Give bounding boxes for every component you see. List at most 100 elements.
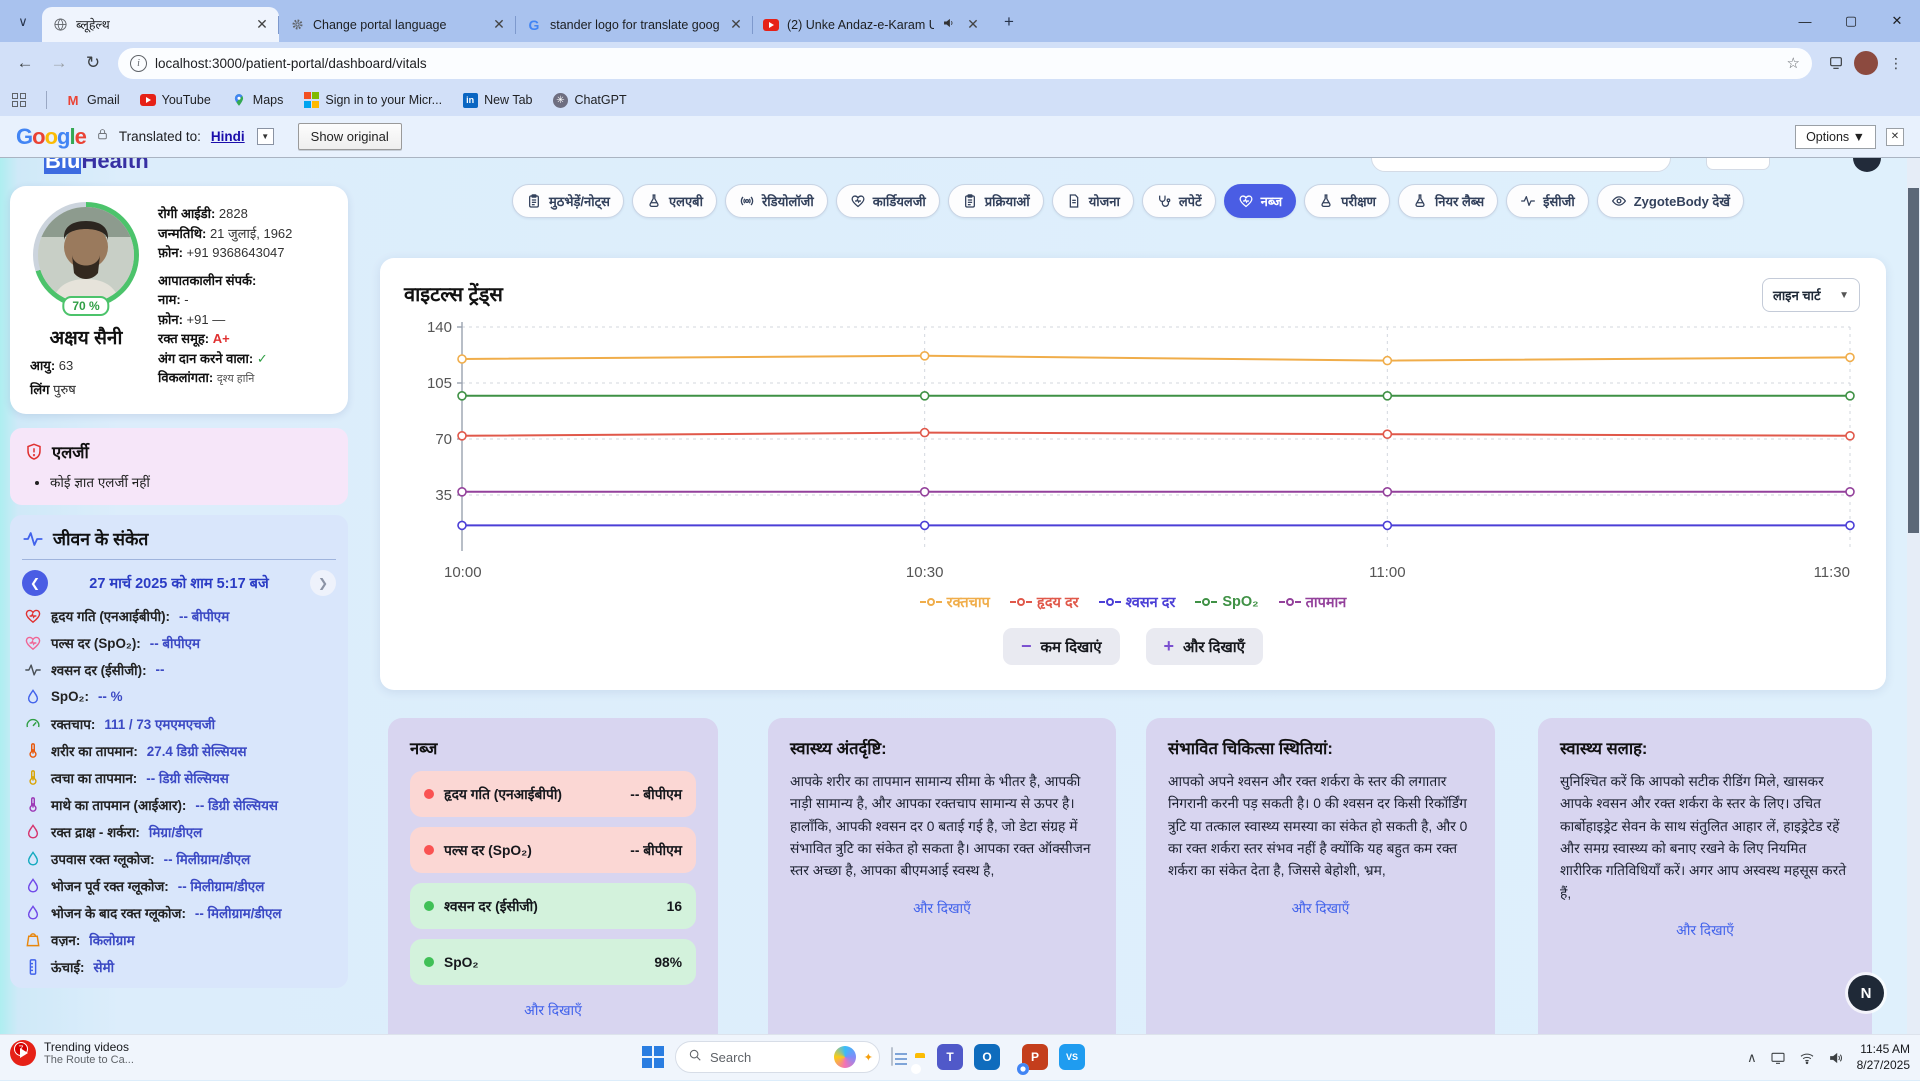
legend-item[interactable]: हृदय दर [1010,592,1079,612]
share-icon[interactable] [1822,49,1850,77]
svg-text:140: 140 [427,319,452,336]
tab-close-icon[interactable]: ✕ [964,16,982,34]
notification-badge: 7 [14,1042,28,1056]
gmail-icon: M [65,92,81,108]
previous-reading-button[interactable]: ❮ [22,570,48,596]
window-close-button[interactable]: ✕ [1874,0,1920,42]
bookmark-item[interactable]: Maps [231,92,284,108]
start-button[interactable] [642,1046,664,1068]
bookmark-item[interactable]: ✳ChatGPT [553,92,627,108]
patient-info-row: आपातकालीन संपर्क: [158,271,334,291]
apps-grid-icon[interactable] [12,93,26,107]
notifications-floating-button[interactable]: N [1848,975,1884,1011]
bookmark-item[interactable]: YouTube [140,92,211,108]
reading-datetime: 27 मार्च 2025 को शाम 5:17 बजे [48,573,310,593]
taskbar-app-notepad[interactable] [891,1048,893,1066]
forward-button[interactable]: → [44,48,74,78]
tab-audio-icon[interactable] [942,16,956,33]
svg-text:10:30: 10:30 [906,564,944,581]
pulse-show-more-link[interactable]: और दिखाएँ [410,1001,696,1020]
nav-tab-परीक्षण[interactable]: परीक्षण [1304,184,1390,218]
volume-icon[interactable] [1828,1050,1844,1066]
page-scrollbar[interactable] [1907,158,1920,1034]
heart-icon [850,193,866,209]
nav-tab-मुठभेड़ें/नोट्स[interactable]: मुठभेड़ें/नोट्स [512,184,624,218]
url-text[interactable]: localhost:3000/patient-portal/dashboard/… [155,56,1779,71]
reload-button[interactable]: ↻ [78,48,108,78]
legend-marker-icon [1010,597,1032,607]
cast-icon[interactable] [1770,1050,1786,1066]
conditions-show-more-link[interactable]: और दिखाएँ [1168,899,1473,918]
legend-marker-icon [1099,597,1121,607]
nav-tab-ZygoteBody देखें[interactable]: ZygoteBody देखें [1597,184,1744,218]
taskbar-app-teams[interactable]: T [937,1044,963,1070]
bookmark-item[interactable]: Sign in to your Micr... [303,92,442,108]
taskbar-notification[interactable]: 7 Trending videos The Route to Ca... [10,1040,134,1066]
nav-tab-नब्ज[interactable]: नब्ज [1224,184,1297,218]
bookmark-item[interactable]: MGmail [65,92,120,108]
chatgpt-icon: ✳ [553,92,569,108]
tab-close-icon[interactable]: ✕ [727,16,745,34]
legend-item[interactable]: SpO₂ [1195,592,1258,612]
browser-menu-icon[interactable]: ⋮ [1882,49,1910,77]
browser-profile-avatar[interactable] [1854,51,1878,75]
header-search-partial[interactable] [1371,158,1671,172]
vital-signs-title: जीवन के संकेत [53,527,148,551]
header-avatar-partial[interactable] [1853,158,1881,172]
show-more-button[interactable]: +और दिखाएँ [1146,628,1263,665]
new-tab-button[interactable]: + [996,9,1022,35]
window-minimize-button[interactable]: — [1782,0,1828,42]
nav-tab-कार्डियलजी[interactable]: कार्डियलजी [836,184,940,218]
chart-type-select[interactable]: लाइन चार्ट▼ [1762,278,1860,312]
nav-tab-रेडियोलॉजी[interactable]: रेडियोलॉजी [725,184,828,218]
language-link[interactable]: Hindi [211,129,245,144]
browser-tab[interactable]: (2) Unke Andaz-e-Karam U✕ [753,7,990,42]
tray-chevron-icon[interactable]: ∧ [1747,1050,1757,1066]
bookmark-item[interactable]: inNew Tab [462,92,532,108]
taskbar-clock[interactable]: 11:45 AM 8/27/2025 [1857,1042,1910,1073]
nav-tab-नियर लैब्स[interactable]: नियर लैब्स [1398,184,1498,218]
browser-tab[interactable]: Change portal language✕ [279,7,516,42]
svg-text:10:00: 10:00 [444,564,482,581]
language-dropdown[interactable]: ▼ [257,128,274,145]
nav-tab-योजना[interactable]: योजना [1052,184,1134,218]
legend-item[interactable]: तापमान [1279,592,1347,612]
wifi-icon[interactable] [1799,1050,1815,1066]
translate-close-icon[interactable]: ✕ [1886,128,1904,146]
svg-text:35: 35 [435,487,452,504]
window-maximize-button[interactable]: ▢ [1828,0,1874,42]
bookmark-star-icon[interactable]: ☆ [1787,54,1800,72]
advice-show-more-link[interactable]: और दिखाएँ [1560,921,1850,940]
nav-tab-एलएबी[interactable]: एलएबी [632,184,717,218]
legend-marker-icon [920,597,942,607]
taskbar-app-vscode[interactable]: VS [1059,1044,1085,1070]
nav-tab-प्रक्रियाओं[interactable]: प्रक्रियाओं [948,184,1044,218]
header-button-partial[interactable] [1706,158,1770,170]
nav-tab-लपेटें[interactable]: लपेटें [1142,184,1216,218]
back-button[interactable]: ← [10,48,40,78]
clipboard-icon [962,193,978,209]
nav-tab-ईसीजी[interactable]: ईसीजी [1506,184,1589,218]
tab-search-button[interactable]: ∨ [10,9,36,35]
legend-item[interactable]: श्वसन दर [1099,592,1176,612]
translate-options-button[interactable]: Options ▼ [1795,125,1876,149]
droplet-icon [24,823,42,841]
show-original-button[interactable]: Show original [298,123,402,150]
browser-tab[interactable]: ब्लूहेल्थ✕ [42,7,279,42]
browser-tab[interactable]: Gstander logo for translate goog✕ [516,7,753,42]
show-less-button[interactable]: −कम दिखाएं [1003,628,1119,665]
tab-close-icon[interactable]: ✕ [490,16,508,34]
address-bar[interactable]: i localhost:3000/patient-portal/dashboar… [118,48,1812,79]
taskbar-app-outlook[interactable]: O [974,1044,1000,1070]
taskbar-search[interactable]: Search ✦ [675,1041,880,1073]
taskbar-date: 8/27/2025 [1857,1058,1910,1074]
next-reading-button[interactable]: ❯ [310,570,336,596]
flask-icon [1318,193,1334,209]
site-info-icon[interactable]: i [130,55,147,72]
legend-item[interactable]: रक्तचाप [920,592,990,612]
gear-favicon [289,17,305,33]
scrollbar-thumb[interactable] [1908,188,1919,533]
vital-sign-row: शरीर का तापमान:27.4 डिग्री सेल्सियस [22,737,336,764]
insights-show-more-link[interactable]: और दिखाएँ [790,899,1094,918]
tab-close-icon[interactable]: ✕ [253,16,271,34]
